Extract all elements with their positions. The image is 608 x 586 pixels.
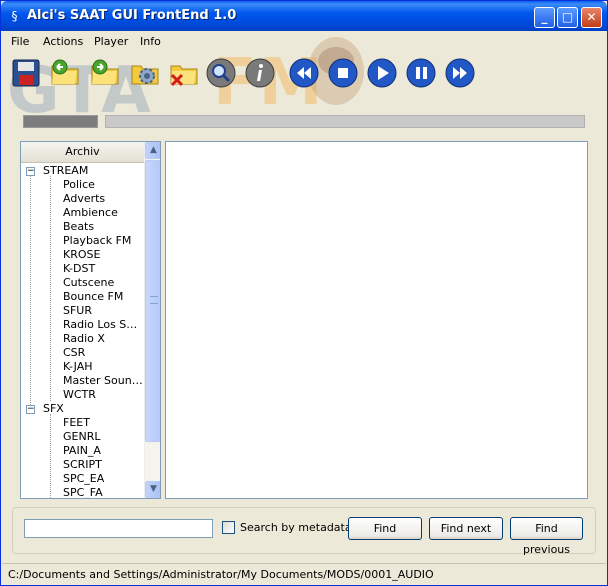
tree-connector (30, 176, 31, 407)
tree-item-spc-ea[interactable]: SPC_EA (63, 472, 143, 486)
search-icon[interactable] (205, 57, 237, 89)
tree-item-ambience[interactable]: Ambience (63, 206, 143, 220)
tree-scrollbar[interactable]: ▲ ▼ (144, 142, 160, 498)
delete-folder-icon[interactable] (168, 57, 200, 89)
scroll-thumb[interactable] (145, 160, 160, 442)
tree-item-pain-a[interactable]: PAIN_A (63, 444, 143, 458)
open-folder-forward-icon[interactable] (89, 57, 121, 89)
tree-item-k-jah[interactable]: K-JAH (63, 360, 143, 374)
tree-connector (50, 414, 51, 498)
volume-bar[interactable] (23, 115, 98, 128)
metadata-checkbox[interactable] (222, 521, 235, 534)
tree-item-spc-fa[interactable]: SPC_FA (63, 486, 143, 498)
stop-icon[interactable] (327, 57, 359, 89)
tree-connector (50, 176, 51, 401)
tree-item-csr[interactable]: CSR (63, 346, 143, 360)
status-path: C:/Documents and Settings/Administrator/… (8, 568, 434, 581)
status-bar: C:/Documents and Settings/Administrator/… (2, 563, 606, 585)
app-window: § Alci's SAAT GUI FrontEnd 1.0 _ □ ✕ Fil… (0, 0, 608, 586)
settings-gear-icon[interactable] (129, 57, 161, 89)
tree-item-adverts[interactable]: Adverts (63, 192, 143, 206)
maximize-button[interactable]: □ (557, 7, 578, 28)
app-icon: § (11, 9, 18, 23)
save-icon[interactable] (10, 57, 42, 89)
tree-item-radio-los-santos[interactable]: Radio Los Sa... (63, 318, 143, 332)
tree-item-master-sounds[interactable]: Master Sounds (63, 374, 143, 388)
menu-file[interactable]: File (11, 35, 29, 48)
tree-item-radio-x[interactable]: Radio X (63, 332, 143, 346)
metadata-checkbox-label[interactable]: Search by metadata (240, 521, 352, 534)
open-folder-back-icon[interactable] (49, 57, 81, 89)
scroll-grip-icon (150, 296, 158, 304)
title-bar[interactable]: § Alci's SAAT GUI FrontEnd 1.0 _ □ ✕ (1, 1, 607, 31)
minimize-button[interactable]: _ (534, 7, 555, 28)
tree-item-wctr[interactable]: WCTR (63, 388, 143, 402)
expander-sfx[interactable]: − (26, 405, 35, 414)
menu-actions[interactable]: Actions (43, 35, 83, 48)
pause-icon[interactable] (405, 57, 437, 89)
rewind-icon[interactable] (288, 57, 320, 89)
window-title: Alci's SAAT GUI FrontEnd 1.0 (27, 8, 237, 23)
tree-body: − STREAM Police Adverts Ambience Beats P… (21, 164, 144, 498)
scroll-up-icon[interactable]: ▲ (145, 142, 160, 159)
toolbar (2, 53, 606, 95)
search-input[interactable] (24, 519, 213, 538)
tree-item-sfur[interactable]: SFUR (63, 304, 143, 318)
tree-group-sfx[interactable]: SFX (43, 402, 64, 416)
play-icon[interactable] (366, 57, 398, 89)
find-button[interactable]: Find (348, 517, 422, 540)
info-icon[interactable] (244, 57, 276, 89)
find-next-button[interactable]: Find next (429, 517, 503, 540)
scroll-down-icon[interactable]: ▼ (145, 481, 160, 498)
find-previous-button[interactable]: Find previous (510, 517, 583, 556)
tree-item-genrl[interactable]: GENRL (63, 430, 143, 444)
seek-bar[interactable] (105, 115, 585, 128)
tree-group-stream[interactable]: STREAM (43, 164, 88, 178)
archive-tree: Archiv − STREAM Police Adverts Ambience … (20, 141, 161, 499)
expander-stream[interactable]: − (26, 167, 35, 176)
tree-item-playback-fm[interactable]: Playback FM (63, 234, 143, 248)
tree-header[interactable]: Archiv (21, 142, 144, 163)
tree-item-bounce-fm[interactable]: Bounce FM (63, 290, 143, 304)
menu-bar: File Actions Player Info (2, 31, 606, 53)
tree-item-feet[interactable]: FEET (63, 416, 143, 430)
tree-item-k-dst[interactable]: K-DST (63, 262, 143, 276)
tree-item-police[interactable]: Police (63, 178, 143, 192)
tree-item-cutscene[interactable]: Cutscene (63, 276, 143, 290)
tree-item-script[interactable]: SCRIPT (63, 458, 143, 472)
menu-info[interactable]: Info (140, 35, 161, 48)
fast-forward-icon[interactable] (444, 57, 476, 89)
close-button[interactable]: ✕ (581, 7, 602, 28)
tree-item-beats[interactable]: Beats (63, 220, 143, 234)
file-list-panel[interactable] (165, 141, 588, 499)
search-group: Search by metadata Find Find next Find p… (12, 507, 596, 556)
menu-player[interactable]: Player (94, 35, 128, 48)
tree-item-krose[interactable]: KROSE (63, 248, 143, 262)
